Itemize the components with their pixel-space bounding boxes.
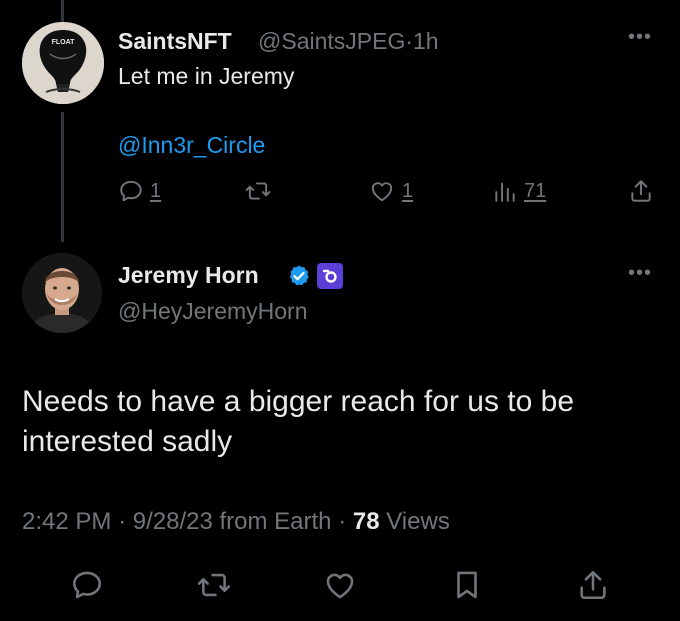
heart-icon — [326, 573, 354, 599]
thread-line-top — [61, 0, 64, 22]
reply-time[interactable]: 1h — [413, 28, 439, 54]
reply-like-button[interactable]: 1 — [368, 178, 413, 204]
tweet-like-button[interactable] — [323, 568, 357, 602]
reply-handle-time[interactable]: @SaintsJPEG·1h — [258, 28, 439, 55]
reply-separator: · — [405, 28, 414, 54]
heart-icon — [371, 182, 393, 202]
reply-icon — [72, 571, 102, 599]
reply-text: Let me in Jeremy — [118, 63, 295, 89]
tweet-time[interactable]: 2:42 PM — [22, 508, 111, 535]
reply-share-button[interactable] — [628, 178, 654, 204]
avatar-saintsnft[interactable]: FLOAT — [22, 22, 104, 104]
saints-avatar-art: FLOAT — [22, 22, 104, 104]
avatar-jeremy-horn[interactable] — [22, 253, 102, 333]
verified-badge-icon[interactable] — [287, 264, 311, 288]
bookmark-icon — [457, 571, 477, 599]
reply-icon — [120, 180, 142, 202]
reply-views-button[interactable]: 71 — [492, 178, 546, 204]
tweet-views-count[interactable]: 78 — [353, 508, 380, 535]
tweet-meta-separator-2: · — [338, 508, 347, 535]
reply-retweet-button[interactable] — [244, 178, 272, 204]
thread-line — [61, 112, 64, 242]
tweet-views-label[interactable]: Views — [386, 508, 450, 535]
tweet-reply-button[interactable] — [70, 568, 104, 602]
tweet-retweet-button[interactable] — [196, 568, 232, 602]
share-icon — [580, 570, 606, 600]
reply-views-count: 71 — [524, 179, 547, 202]
share-icon — [631, 180, 651, 202]
affiliate-badge-icon[interactable] — [317, 263, 343, 289]
tweet-date[interactable]: 9/28/23 — [133, 508, 213, 535]
reply-handle[interactable]: @SaintsJPEG — [258, 28, 405, 54]
saints-avatar-label: FLOAT — [52, 39, 76, 46]
tweet-meta: 2:42 PM · 9/28/23 from Earth · 78 Views — [22, 508, 450, 536]
tweet-more-icon[interactable]: ••• — [628, 262, 652, 285]
tweet-display-name[interactable]: Jeremy Horn — [118, 262, 259, 289]
retweet-icon — [197, 573, 231, 597]
tweet-handle[interactable]: @HeyJeremyHorn — [118, 298, 308, 325]
analytics-icon — [495, 182, 515, 202]
tweet-share-button[interactable] — [576, 568, 610, 602]
tweet-bookmark-button[interactable] — [450, 568, 484, 602]
jeremy-avatar-photo — [22, 253, 102, 333]
reply-more-icon[interactable]: ••• — [628, 26, 652, 49]
retweet-icon — [245, 182, 271, 200]
affiliate-logo-icon — [322, 269, 337, 283]
tweet-meta-separator-1: · — [118, 508, 127, 535]
reply-display-name[interactable]: SaintsNFT — [118, 28, 232, 55]
reply-reply-button[interactable]: 1 — [118, 178, 161, 204]
tweet-text: Needs to have a bigger reach for us to b… — [22, 385, 575, 458]
reply-mention-link[interactable]: @Inn3r_Circle — [118, 132, 265, 159]
reply-reply-count: 1 — [150, 179, 162, 202]
reply-like-count: 1 — [402, 179, 414, 202]
tweet-source: from Earth — [219, 508, 332, 535]
